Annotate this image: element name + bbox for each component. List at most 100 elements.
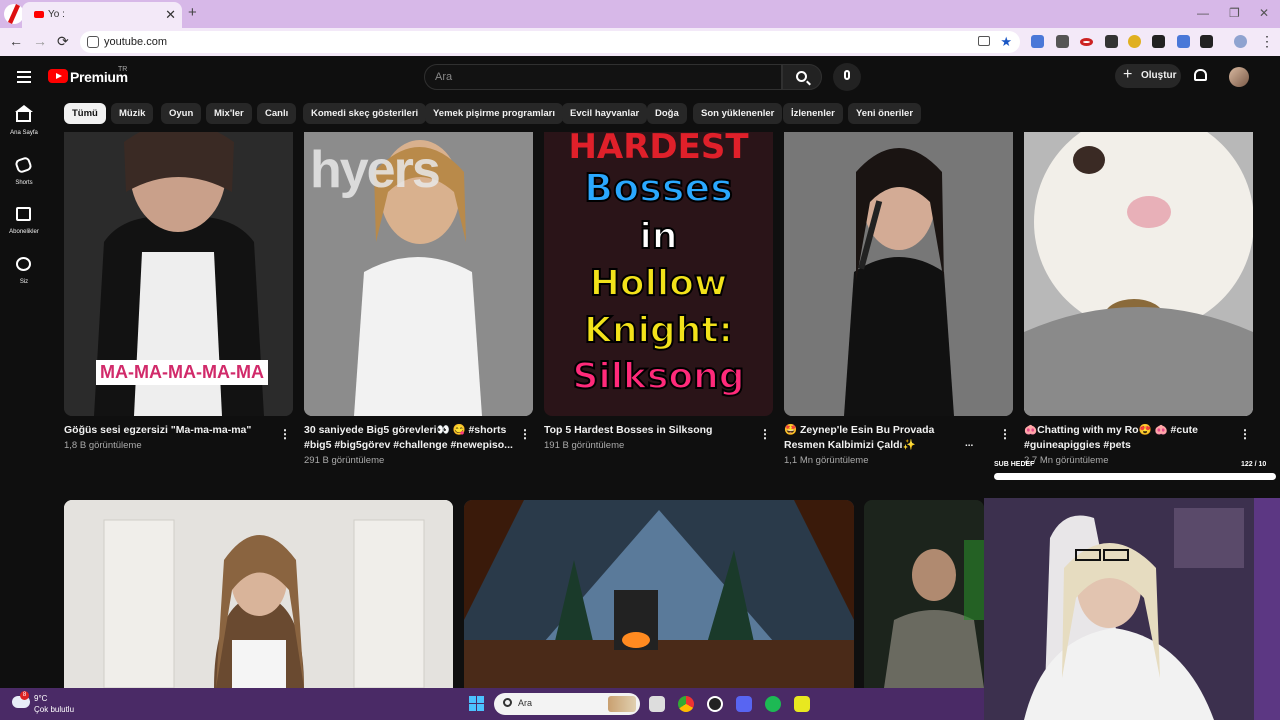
site-info-icon[interactable]: [87, 36, 99, 48]
account-avatar[interactable]: [1229, 67, 1249, 87]
start-button[interactable]: [469, 696, 485, 712]
video-thumbnail[interactable]: [464, 500, 854, 688]
chip-mixes[interactable]: Mix'ler: [206, 103, 252, 124]
weather-temperature[interactable]: 9°C: [34, 694, 47, 703]
search-icon: [796, 71, 807, 82]
chip-live[interactable]: Canlı: [257, 103, 297, 124]
extension-icon[interactable]: [1056, 35, 1069, 48]
sub-goal-progress-bar: [994, 473, 1276, 480]
create-label: Oluştur: [1141, 70, 1177, 81]
chip-sketch-comedy[interactable]: Komedi skeç gösterileri: [303, 103, 427, 124]
chrome-icon[interactable]: [678, 696, 694, 712]
new-tab-button[interactable]: +: [188, 4, 197, 21]
video-title[interactable]: Top 5 Hardest Bosses in Silksong: [544, 423, 754, 438]
extension-icon[interactable]: [1080, 38, 1093, 46]
sidebar-item-shorts[interactable]: Shorts: [0, 150, 48, 196]
video-thumbnail[interactable]: [1024, 132, 1253, 416]
chip-pets[interactable]: Evcil hayvanlar: [562, 103, 648, 124]
profile-avatar-icon[interactable]: [1234, 35, 1247, 48]
video-thumbnail[interactable]: MA-MA-MA-MA-MA: [64, 132, 293, 416]
windows-taskbar: 8 9°C Çok bulutlu Ara: [0, 688, 984, 720]
video-more-icon[interactable]: ⋮: [279, 427, 291, 441]
thumbnail-caption: hyers: [310, 141, 441, 199]
search-placeholder: Ara: [435, 71, 453, 83]
extension-icon[interactable]: [1177, 35, 1190, 48]
extensions-puzzle-icon[interactable]: [1200, 35, 1213, 48]
forward-button[interactable]: →: [33, 33, 47, 49]
video-more-icon[interactable]: ⋮: [759, 427, 771, 441]
video-views: 2,7 Mn görüntüleme: [1024, 455, 1109, 466]
task-view-icon[interactable]: [649, 696, 665, 712]
browser-menu-button[interactable]: ⋮: [1260, 33, 1274, 50]
install-app-icon[interactable]: [978, 36, 990, 46]
notifications-bell-icon[interactable]: [1194, 69, 1207, 81]
search-icon: [503, 698, 512, 707]
spotify-icon[interactable]: [765, 696, 781, 712]
windows-logo-icon: [469, 696, 476, 703]
chip-all[interactable]: Tümü: [64, 103, 106, 124]
video-thumbnail[interactable]: [784, 132, 1013, 416]
extension-icon[interactable]: [1128, 35, 1141, 48]
bookmark-star-icon[interactable]: ★: [1000, 34, 1012, 50]
chip-gaming[interactable]: Oyun: [161, 103, 202, 124]
youtube-header: Premium TR Ara + Oluştur: [0, 56, 1280, 98]
video-more-icon[interactable]: ⋮: [519, 427, 531, 441]
webcam-overlay: [984, 498, 1280, 720]
search-button[interactable]: [782, 64, 822, 90]
webcam-image: [984, 498, 1280, 720]
create-button[interactable]: + Oluştur: [1115, 64, 1181, 88]
windows-logo-icon: [477, 696, 484, 703]
url-text[interactable]: youtube.com: [104, 36, 167, 48]
minimize-button[interactable]: —: [1197, 6, 1209, 20]
translate-extension-icon[interactable]: [1031, 35, 1044, 48]
search-input[interactable]: Ara: [424, 64, 782, 90]
menu-icon[interactable]: [17, 71, 31, 83]
video-thumbnail[interactable]: [864, 500, 984, 688]
you-icon: [16, 257, 31, 271]
taskbar-search-placeholder: Ara: [518, 698, 533, 708]
microphone-icon: [844, 70, 850, 80]
search-highlight-icon: [608, 696, 636, 712]
chip-cooking[interactable]: Yemek pişirme programları: [425, 103, 563, 124]
chip-recently-uploaded[interactable]: Son yüklenenler: [693, 103, 783, 124]
back-button[interactable]: ←: [9, 33, 23, 49]
video-thumbnail[interactable]: hyers: [304, 132, 533, 416]
sub-goal-label: SUB HEDEF: [994, 461, 1035, 468]
taskbar-search-input[interactable]: Ara: [494, 693, 640, 715]
video-title[interactable]: 🐽Chatting with my Ro😍 🐽 #cute #guineapig…: [1024, 423, 1234, 453]
obs-icon[interactable]: [707, 696, 723, 712]
extension-icon[interactable]: [1105, 35, 1118, 48]
address-bar[interactable]: youtube.com ★: [80, 31, 1020, 53]
video-more-icon[interactable]: ⋮: [999, 427, 1011, 441]
tab-youtube[interactable]: Yo : ✕: [22, 2, 182, 28]
restore-button[interactable]: ❐: [1229, 6, 1240, 20]
video-title[interactable]: 30 saniyede Big5 görevleri👀 😋 #shorts #b…: [304, 423, 514, 453]
reload-button[interactable]: ⟳: [57, 33, 69, 50]
live-app-icon[interactable]: [794, 696, 810, 712]
video-thumbnail[interactable]: [64, 500, 453, 688]
tab-close-icon[interactable]: ✕: [165, 7, 176, 23]
country-code: TR: [118, 66, 128, 73]
voice-search-button[interactable]: [833, 63, 861, 91]
chip-watched[interactable]: İzlenenler: [783, 103, 843, 124]
chip-music[interactable]: Müzik: [111, 103, 154, 124]
youtube-favicon-icon: [34, 11, 44, 18]
sidebar-item-subscriptions[interactable]: Abonelikler: [0, 199, 48, 245]
youtube-logo-icon[interactable]: [48, 69, 68, 83]
video-views: 1,8 B görüntüleme: [64, 440, 142, 451]
video-title[interactable]: 🤩 Zeynep'le Esin Bu Provada Resmen Kalbi…: [784, 423, 974, 453]
sidebar-item-you[interactable]: Siz: [0, 249, 48, 295]
video-more-icon[interactable]: ⋮: [1239, 427, 1251, 441]
chip-new-to-you[interactable]: Yeni öneriler: [848, 103, 922, 124]
video-title[interactable]: Göğüs sesi egzersizi "Ma-ma-ma-ma": [64, 423, 274, 438]
sidebar-item-home[interactable]: Ana Sayfa: [0, 100, 48, 146]
video-thumbnail[interactable]: HARDEST Bosses in Hollow Knight: Silkson…: [544, 132, 773, 416]
thumbnail-caption: in: [639, 215, 679, 258]
weather-description[interactable]: Çok bulutlu: [34, 705, 74, 714]
chip-nature[interactable]: Doğa: [647, 103, 687, 124]
close-window-button[interactable]: ✕: [1259, 6, 1269, 20]
discord-icon[interactable]: [736, 696, 752, 712]
sidebar-item-label: Ana Sayfa: [10, 130, 38, 136]
extension-icon[interactable]: [1152, 35, 1165, 48]
thumbnail-image: [64, 500, 453, 688]
